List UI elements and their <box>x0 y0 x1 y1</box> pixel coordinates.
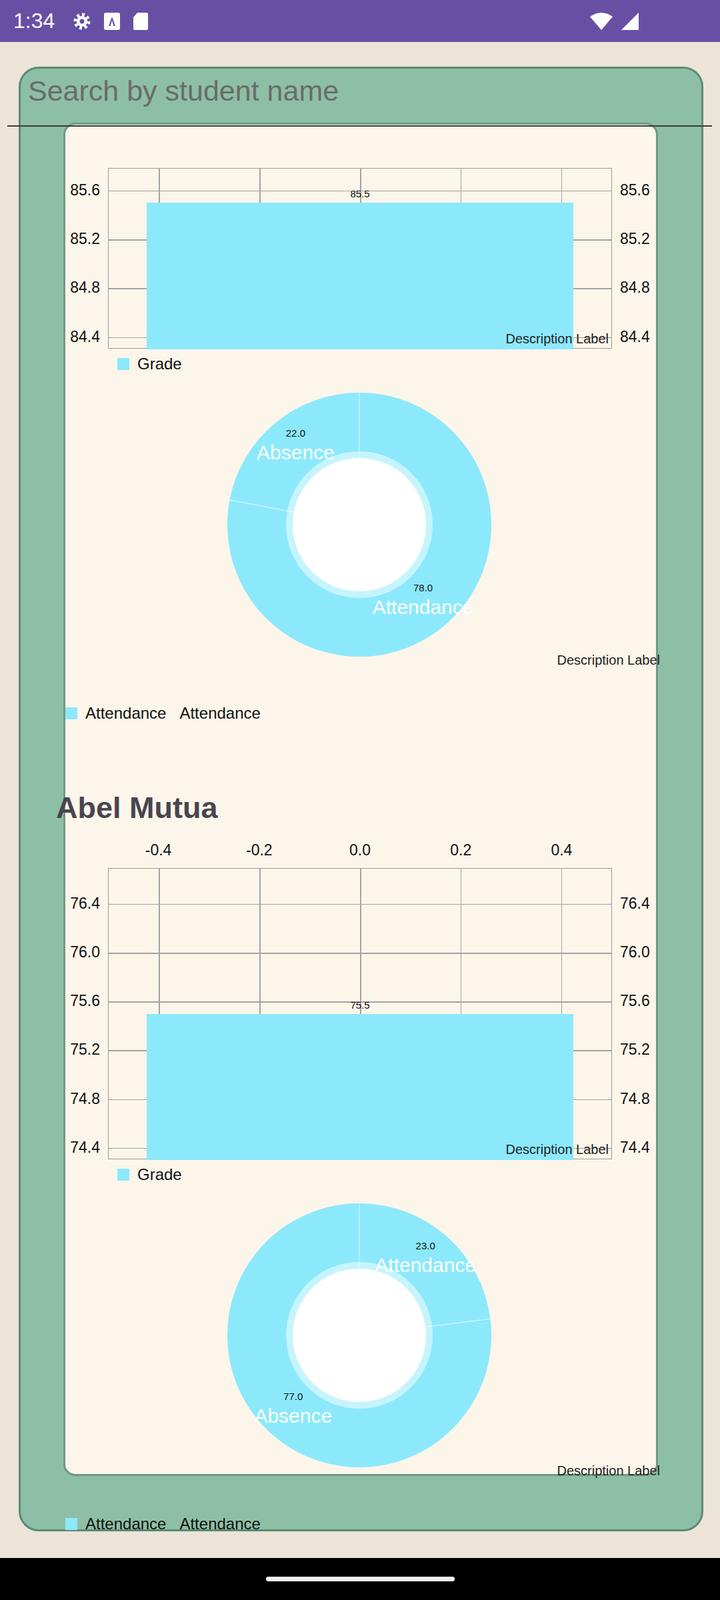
axis-tick: 85.6 <box>70 182 100 198</box>
legend-label: Attendance <box>85 1514 166 1532</box>
donut-chart: 78.0 Attendance 22.0 Absence <box>61 381 660 668</box>
axis-tick: 76.4 <box>620 895 650 911</box>
slice-value: 78.0 <box>413 581 433 593</box>
status-time: 1:34 <box>13 8 55 34</box>
axis-tick: 76.0 <box>620 944 650 960</box>
axis-tick: 75.6 <box>70 993 100 1009</box>
axis-tick: 76.0 <box>70 944 100 960</box>
slice-value: 23.0 <box>416 1240 436 1252</box>
student-name: Abel Mutua <box>56 788 720 828</box>
navigation-bar <box>0 1558 720 1600</box>
axis-tick: 74.8 <box>70 1090 100 1106</box>
bar-value: 85.5 <box>350 188 370 200</box>
donut-hole <box>292 458 426 592</box>
slice-label: Attendance <box>372 595 474 618</box>
description-label: Description Label <box>505 1142 609 1158</box>
legend-label: Attendance <box>85 704 166 723</box>
legend-label: Grade <box>137 354 182 374</box>
bar-value: 75.5 <box>350 999 370 1011</box>
search-input[interactable] <box>7 74 712 108</box>
right-axis: 76.4 76.0 75.6 75.2 74.8 74.4 <box>620 868 660 1160</box>
description-label: Description Label <box>505 331 609 347</box>
chart-legend: Grade <box>117 352 660 376</box>
axis-tick: 0.4 <box>550 841 572 860</box>
attendance-chart: 78.0 Attendance 22.0 Absence Description Lab… <box>61 381 660 726</box>
axis-tick: 84.8 <box>70 280 100 296</box>
right-axis: 85.6 85.2 84.8 84.4 <box>620 168 660 349</box>
legend-label: Attendance <box>179 704 260 723</box>
slice-value: 77.0 <box>283 1390 303 1402</box>
axis-tick: -0.4 <box>145 841 172 860</box>
grade-bar[interactable] <box>146 1014 574 1161</box>
keyboard-app-icon <box>102 11 122 32</box>
search-field <box>7 42 712 127</box>
axis-tick: 74.8 <box>620 1090 650 1106</box>
grade-bar[interactable] <box>146 202 574 350</box>
plot-area: 75.5 Description Label <box>108 868 612 1160</box>
axis-tick: 75.6 <box>620 993 650 1009</box>
main-area: 85.685.284.884.485.5Description Label85.… <box>0 42 720 1558</box>
donut-hole <box>292 1268 426 1402</box>
status-bar: 1:34 <box>0 0 720 42</box>
axis-tick: 84.4 <box>620 328 650 344</box>
chart-legend: Attendance Attendance <box>65 701 660 726</box>
slice-label: Attendance <box>374 1254 476 1277</box>
chart-legend: Grade <box>117 1162 660 1187</box>
axis-tick: -0.2 <box>246 841 273 860</box>
axis-tick: 0.2 <box>450 841 472 860</box>
description-label: Description Label <box>556 1463 660 1479</box>
left-axis: 85.6 85.2 84.8 84.4 <box>61 168 100 349</box>
student-list: 85.685.284.884.485.5Description Label85.… <box>0 126 720 1532</box>
donut-ring <box>286 451 433 598</box>
sd-card-icon <box>132 11 150 32</box>
legend-label: Grade <box>137 1165 182 1184</box>
axis-tick: 84.4 <box>70 328 100 344</box>
top-axis: -0.4 -0.2 0.0 0.2 0.4 <box>61 840 660 863</box>
gear-icon <box>72 11 92 32</box>
axis-tick: 75.2 <box>70 1042 100 1058</box>
status-right <box>589 11 640 32</box>
axis-tick: 74.4 <box>70 1139 100 1155</box>
pie-slice[interactable] <box>227 392 492 657</box>
wifi-icon <box>589 11 614 32</box>
grade-chart: -0.4 -0.2 0.0 0.2 0.4 76.4 76.0 75.6 75.2 74.8 74.… <box>61 840 660 1187</box>
legend-swatch <box>65 707 78 720</box>
left-axis: 76.4 76.0 75.6 75.2 74.8 74.4 <box>61 868 100 1160</box>
student-card[interactable]: Abel Mutua-0.4-0.20.00.20.476.476.075.67… <box>0 788 720 1532</box>
axis-tick: 76.4 <box>70 895 100 911</box>
content: 85.685.284.884.485.5Description Label85.… <box>0 42 720 1532</box>
axis-tick: 75.2 <box>620 1042 650 1058</box>
axis-tick: 74.4 <box>620 1139 650 1155</box>
home-handle[interactable] <box>266 1576 455 1582</box>
description-label: Description Label <box>556 652 660 668</box>
attendance-chart: 23.0 Attendance 77.0 Absence Description Lab… <box>61 1192 660 1532</box>
legend-swatch <box>117 1168 130 1181</box>
chart-legend: Attendance Attendance <box>65 1512 660 1532</box>
legend-label: Attendance <box>179 1514 260 1532</box>
axis-tick: 84.8 <box>620 280 650 296</box>
axis-tick: 85.2 <box>620 231 650 247</box>
slice-label: Absence <box>254 1404 332 1427</box>
screen: 1:34 85.6 85.2 84.8 84.4 85.5 Description Labe… <box>0 0 720 1600</box>
legend-swatch <box>117 358 130 370</box>
plot-area: 85.5 Description Label <box>108 168 612 349</box>
axis-tick: 85.6 <box>620 182 650 198</box>
grade-chart: 85.685.284.884.485.5Description Label85.… <box>61 168 660 376</box>
slice-value: 22.0 <box>286 427 306 439</box>
axis-tick: 85.2 <box>70 231 100 247</box>
donut-chart: 23.0 Attendance 77.0 Absence <box>61 1192 660 1479</box>
legend-swatch <box>65 1518 78 1530</box>
student-card[interactable]: 85.685.284.884.485.5Description Label85.… <box>0 168 720 726</box>
slice-label: Absence <box>256 441 335 464</box>
axis-tick: 0.0 <box>349 841 371 860</box>
signal-icon <box>620 11 640 32</box>
donut-ring <box>286 1262 433 1409</box>
pie-slice[interactable] <box>227 1203 492 1468</box>
